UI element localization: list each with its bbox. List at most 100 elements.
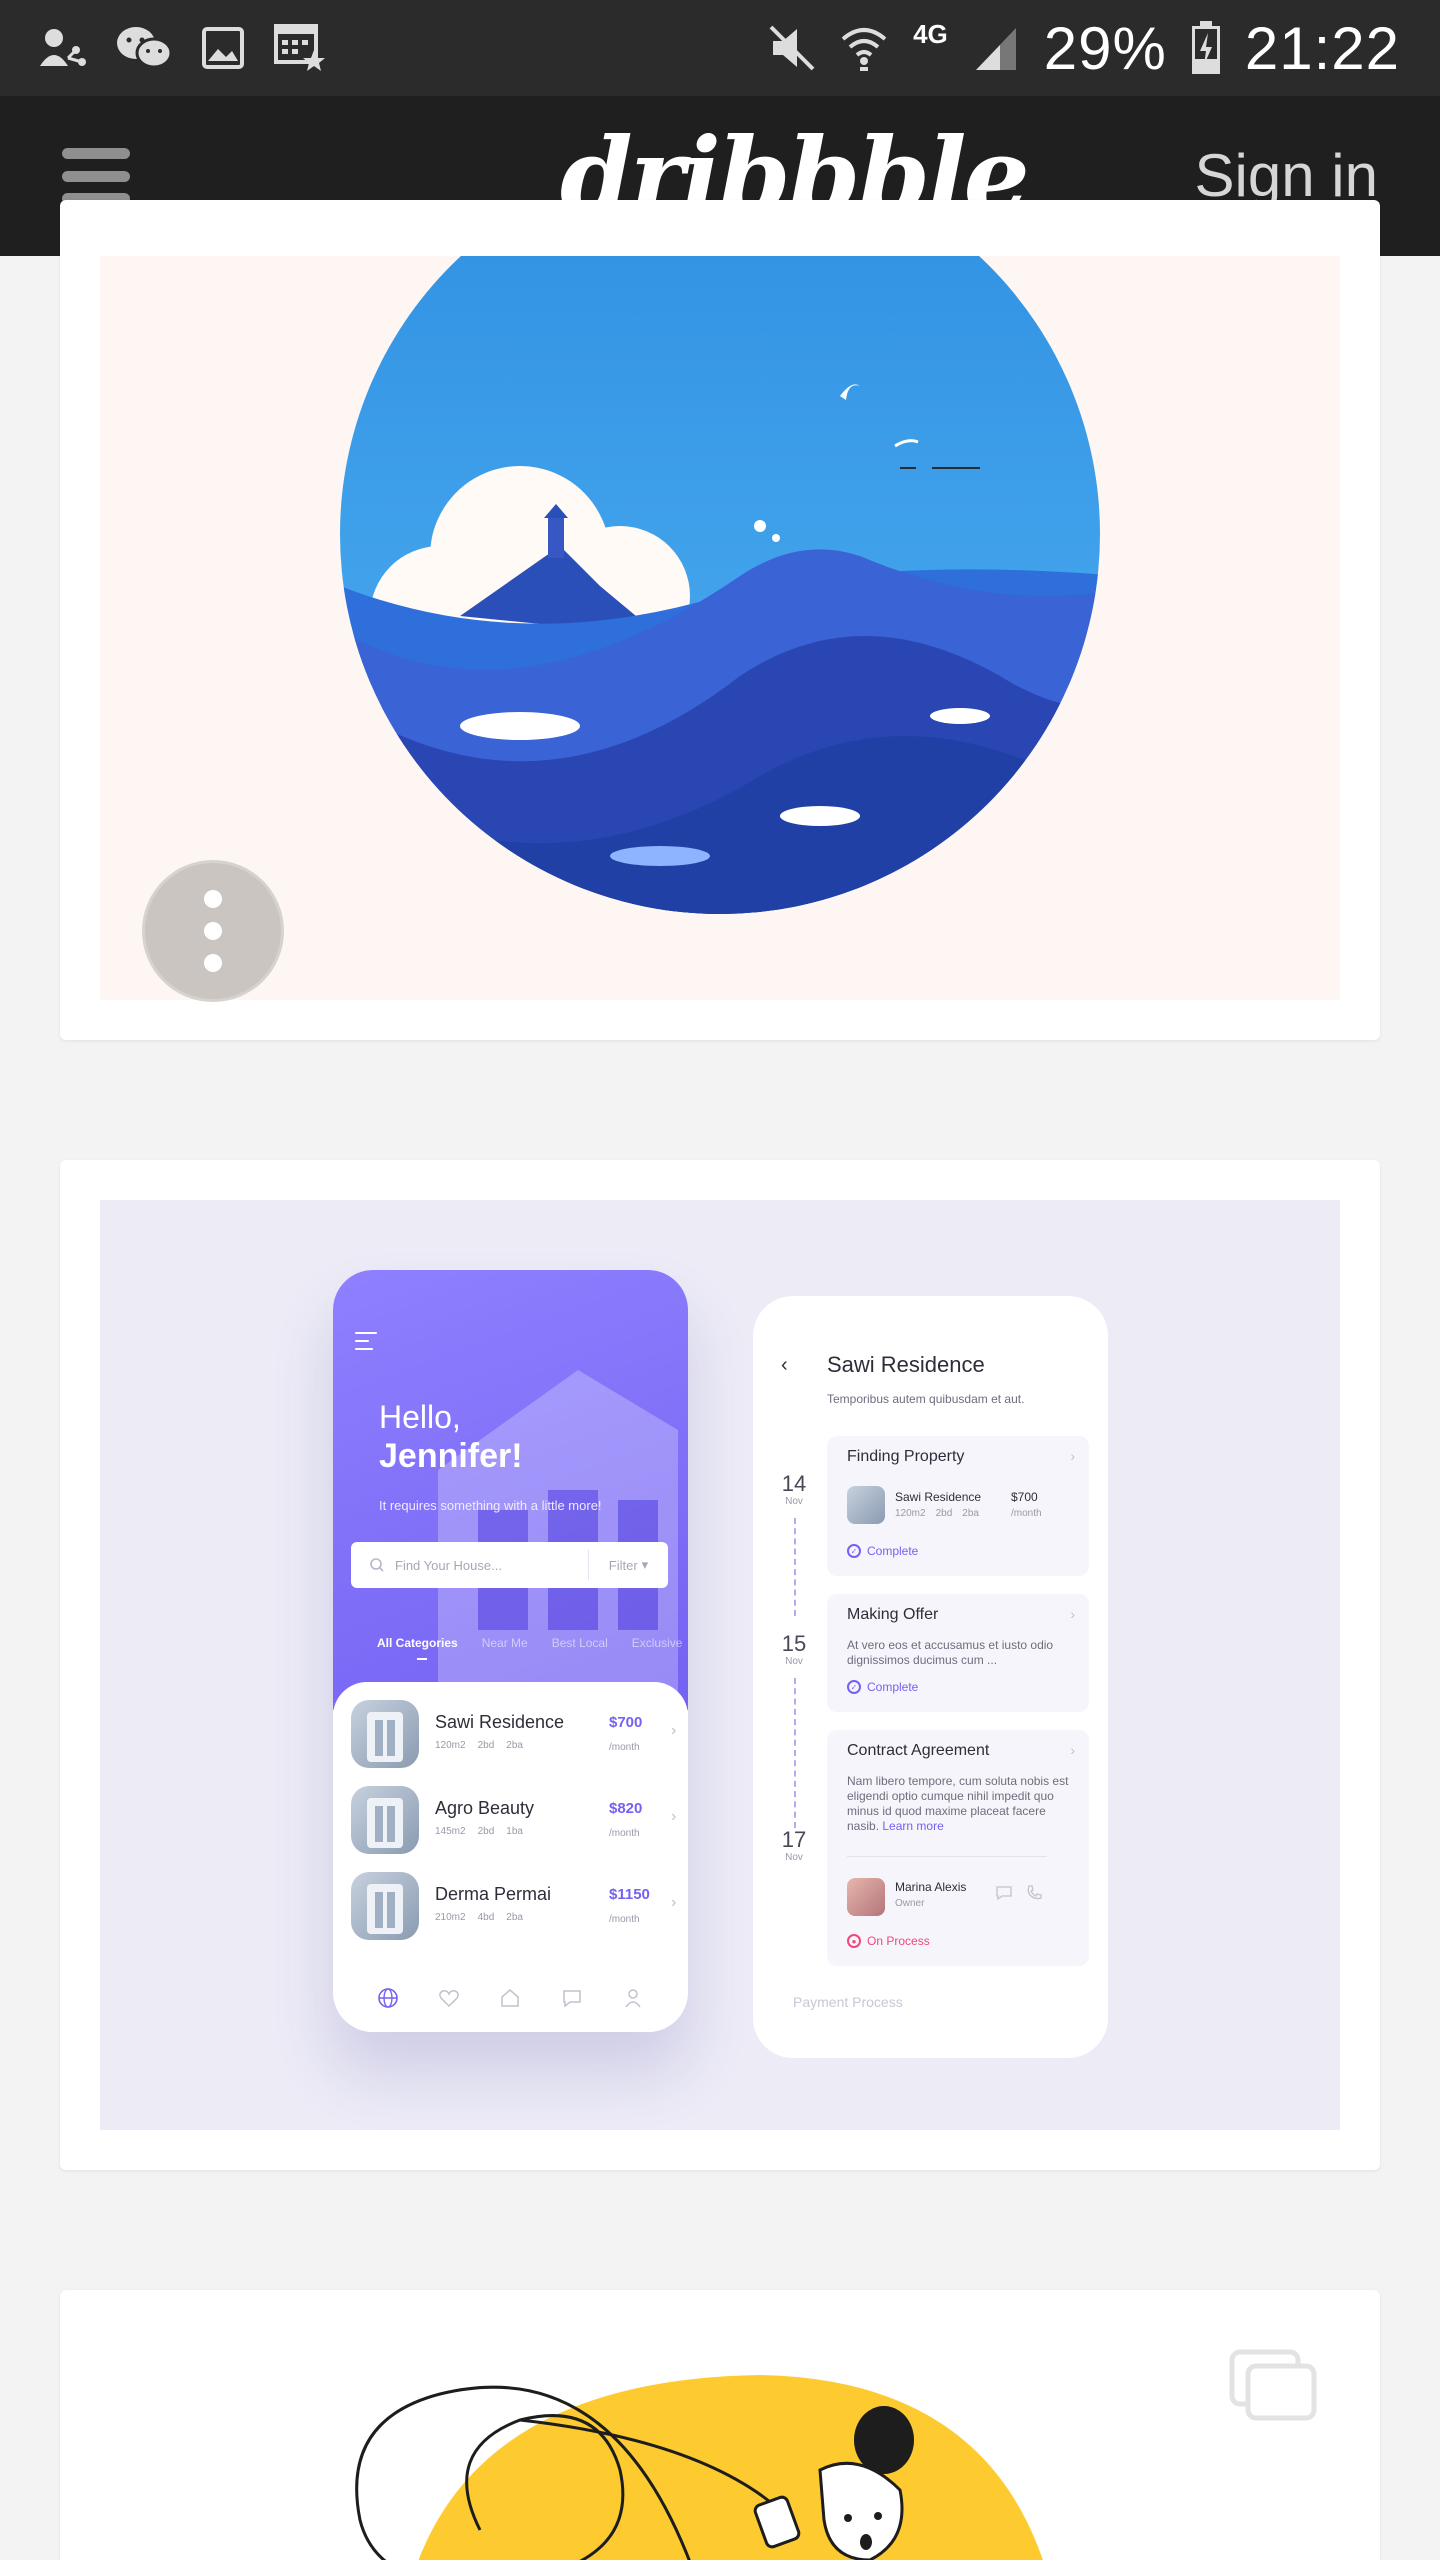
chat-icon[interactable]	[561, 1987, 583, 2009]
notification-icons	[38, 18, 328, 78]
owner-role: Owner	[895, 1898, 925, 1909]
more-options-button[interactable]	[142, 860, 284, 1002]
list-item[interactable]: Sawi Residence 120m2 2bd 2ba $700 /month ›	[351, 1700, 676, 1770]
more-vertical-icon-dot	[204, 922, 222, 940]
listing-meta: 120m2 2bd 2ba	[435, 1740, 523, 1751]
filter-label: Filter	[608, 1557, 638, 1573]
list-item[interactable]: Agro Beauty 145m2 2bd 1ba $820 /month ›	[351, 1786, 676, 1856]
tab-all-categories[interactable]: All Categories	[377, 1636, 458, 1660]
chevron-right-icon: ›	[671, 1894, 677, 1911]
progress-circle-icon: ●	[847, 1934, 861, 1948]
step-title: Finding Property	[847, 1448, 965, 1465]
step-text: Nam libero tempore, cum soluta nobis est…	[847, 1774, 1069, 1833]
greeting: Hello,	[379, 1399, 461, 1435]
heart-icon[interactable]	[438, 1987, 460, 2009]
check-circle-icon: ✓	[847, 1680, 861, 1694]
menu-line	[62, 170, 130, 182]
listing-name: Sawi Residence	[435, 1712, 565, 1732]
system-status: 4G 29% 21:22	[769, 10, 1400, 86]
search-bar[interactable]: Find Your House... Filter ▾	[351, 1542, 668, 1588]
chevron-right-icon: ›	[1070, 1742, 1075, 1758]
lighthouse-wave-illustration	[340, 256, 1100, 914]
listing-period: /month	[609, 1742, 640, 1753]
step-title: Making Offer	[847, 1606, 939, 1623]
step-item-meta: 120m2 2bd 2ba	[895, 1508, 979, 1519]
back-arrow-icon[interactable]: ‹	[781, 1354, 788, 1377]
chevron-right-icon: ›	[671, 1808, 677, 1825]
status-on-process: ● On Process	[847, 1934, 930, 1948]
hamburger-menu-button[interactable]	[60, 144, 132, 208]
signal-icon	[975, 28, 1016, 70]
calendar-star-icon	[274, 24, 325, 71]
step-card[interactable]: Finding Property › Sawi Residence 120m2 2…	[827, 1436, 1089, 1576]
tab-best-local[interactable]: Best Local	[552, 1636, 608, 1650]
step-text: At vero eos et accusamus et iusto odio d…	[847, 1638, 1054, 1667]
listing-period: /month	[609, 1828, 640, 1839]
listing-period: /month	[609, 1914, 640, 1925]
owner-name: Marina Alexis	[895, 1880, 967, 1894]
mute-icon	[769, 25, 815, 71]
listing-name: Agro Beauty	[435, 1798, 535, 1818]
step-card[interactable]: Making Offer › At vero eos et accusamus …	[827, 1594, 1089, 1712]
category-tabs: All Categories Near Me Best Local Exclus…	[377, 1636, 683, 1660]
shot-image-lighthouse[interactable]	[100, 256, 1340, 1000]
battery-percent: 29%	[1043, 14, 1167, 82]
person-share-icon	[40, 29, 86, 66]
listing-meta: 145m2 2bd 1ba	[435, 1826, 523, 1837]
network-type: 4G	[913, 18, 948, 49]
step-item-price: $700	[1011, 1490, 1038, 1504]
house-thumbnail	[351, 1786, 419, 1854]
step-title: Contract Agreement	[847, 1742, 990, 1759]
timeline-date: 14 Nov	[781, 1471, 807, 1508]
house-thumbnail	[847, 1486, 885, 1524]
contact-actions	[995, 1884, 1043, 1902]
tab-near-me[interactable]: Near Me	[482, 1636, 528, 1650]
next-step-label: Payment Process	[793, 1994, 903, 2010]
shot-card[interactable]	[60, 200, 1380, 1040]
message-icon[interactable]	[995, 1884, 1013, 1902]
phone-icon[interactable]	[1025, 1884, 1043, 1902]
menu-line	[62, 148, 130, 159]
divider	[847, 1856, 1047, 1857]
clock: 21:22	[1244, 14, 1400, 82]
phone-mockup-home: Hello, Jennifer! It requires something w…	[333, 1270, 688, 2032]
list-item[interactable]: Derma Permai 210m2 4bd 2ba $1150 /month ›	[351, 1872, 676, 1942]
chevron-right-icon: ›	[1070, 1606, 1075, 1622]
status-complete: ✓ Complete	[847, 1544, 918, 1558]
step-item-period: /month	[1011, 1508, 1042, 1519]
listing-meta: 210m2 4bd 2ba	[435, 1912, 523, 1923]
tin-can-phone-illustration	[355, 2375, 1043, 2560]
detail-subtitle: Temporibus autem quibusdam et aut.	[827, 1392, 1025, 1406]
detail-title: Sawi Residence	[827, 1352, 985, 1377]
multiple-shots-icon	[1229, 2349, 1317, 2421]
timeline-line	[794, 1678, 796, 1828]
filter-button[interactable]: Filter ▾	[588, 1550, 668, 1580]
listing-name: Derma Permai	[435, 1884, 552, 1904]
image-icon	[202, 27, 244, 69]
step-card[interactable]: Contract Agreement › Nam libero tempore,…	[827, 1730, 1089, 1966]
menu-icon[interactable]	[355, 1332, 379, 1350]
avatar	[847, 1878, 885, 1916]
shot-card[interactable]	[60, 2290, 1380, 2560]
caret-down-icon: ▾	[641, 1557, 649, 1572]
more-vertical-icon-dot	[204, 890, 222, 908]
sign-in-link[interactable]: Sign in	[1195, 144, 1378, 208]
learn-more-link[interactable]: Learn more	[882, 1819, 943, 1833]
house-thumbnail	[351, 1872, 419, 1940]
listing-price: $1150	[609, 1886, 650, 1903]
phone-mockup-detail: ‹ Sawi Residence Temporibus autem quibus…	[753, 1296, 1108, 2058]
timeline-line	[794, 1518, 796, 1616]
tab-exclusive[interactable]: Exclusive	[632, 1636, 683, 1650]
shot-image-real-estate-app[interactable]: Hello, Jennifer! It requires something w…	[100, 1200, 1340, 2130]
home-icon[interactable]	[499, 1987, 521, 2009]
bottom-nav	[333, 1964, 688, 2032]
step-item-name: Sawi Residence	[895, 1490, 982, 1504]
battery-charging-icon	[1191, 21, 1220, 74]
hero-banner: Hello, Jennifer! It requires something w…	[333, 1270, 688, 1710]
globe-icon[interactable]	[377, 1987, 399, 2009]
hero-subtitle: It requires something with a little more…	[379, 1498, 602, 1513]
search-placeholder: Find Your House...	[395, 1557, 502, 1573]
chevron-right-icon: ›	[671, 1722, 677, 1739]
profile-icon[interactable]	[622, 1987, 644, 2009]
shot-card[interactable]: Hello, Jennifer! It requires something w…	[60, 1160, 1380, 2170]
